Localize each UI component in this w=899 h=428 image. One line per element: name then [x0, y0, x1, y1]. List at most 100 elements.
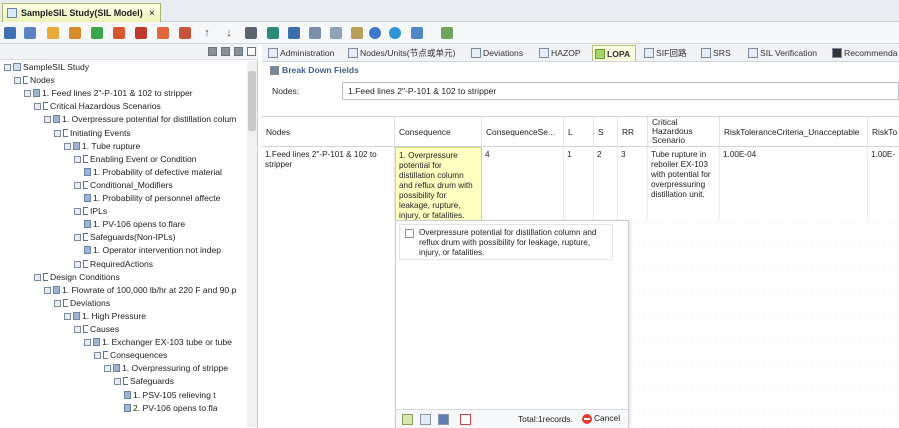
column-header-consequence[interactable]: Consequence	[395, 117, 482, 147]
column-header-risk-tolerance-unacceptable[interactable]: RiskToleranceCriteria_Unacceptable	[720, 117, 868, 147]
expander-icon[interactable]	[44, 116, 51, 124]
expander-icon[interactable]	[74, 326, 81, 333]
expander-icon[interactable]	[74, 208, 81, 216]
collapse-section-icon[interactable]	[270, 66, 279, 75]
settings-icon[interactable]	[411, 27, 423, 39]
edit-icon[interactable]	[69, 27, 81, 39]
tree-node[interactable]: Critical Hazardous Scenarios	[34, 100, 161, 113]
cut-icon[interactable]	[135, 27, 147, 39]
copy-icon[interactable]	[157, 27, 169, 39]
tab-recommendations[interactable]: Recommenda	[830, 45, 898, 61]
expander-icon[interactable]	[24, 90, 31, 98]
expander-icon[interactable]	[104, 365, 111, 373]
up-arrow-icon[interactable]: ↑	[201, 27, 213, 39]
tree-view[interactable]: SampleSIL Study Nodes 1. Feed lines 2"-P-1…	[0, 61, 246, 427]
tree-node[interactable]: 1. Probability of defective material	[84, 166, 222, 179]
close-icon[interactable]: ×	[149, 8, 154, 18]
table-cell[interactable]: 1.00E-04	[720, 147, 868, 221]
expander-icon[interactable]	[14, 77, 21, 85]
tree-node[interactable]: 1. PSV-105 relieving t	[124, 389, 216, 402]
tree-node[interactable]: Consequences	[94, 349, 167, 362]
import-icon[interactable]	[245, 27, 257, 39]
expander-icon[interactable]	[94, 352, 101, 360]
tree-node[interactable]: 1. Flowrate of 100,000 lb/hr at 220 F an…	[44, 284, 236, 297]
tree-node[interactable]: 1. Overpressuring of strippe	[104, 362, 228, 375]
tree-node[interactable]: Design Conditions	[34, 271, 120, 284]
expander-icon[interactable]	[74, 234, 81, 242]
expander-icon[interactable]	[74, 155, 81, 163]
add-icon[interactable]	[91, 27, 103, 39]
expander-icon[interactable]	[44, 286, 51, 294]
tree-node[interactable]: 2. PV-106 opens to fla	[124, 402, 218, 415]
tree-node[interactable]: 1. Overpressure potential for distillati…	[44, 113, 236, 126]
paste-icon[interactable]	[179, 27, 191, 39]
grid-icon[interactable]	[288, 27, 300, 39]
column-header-s[interactable]: S	[594, 117, 618, 147]
save-record-icon[interactable]	[438, 414, 449, 425]
tree-node[interactable]: 1. PV-106 opens to flare	[84, 218, 185, 231]
expander-icon[interactable]	[84, 339, 91, 347]
column-header-nodes[interactable]: Nodes	[262, 117, 395, 147]
tab-lopa[interactable]: LOPA	[592, 45, 636, 61]
column-header-l[interactable]: L	[564, 117, 594, 147]
expander-icon[interactable]	[64, 312, 71, 320]
tab-srs[interactable]: SRS	[699, 45, 731, 61]
select-all-icon[interactable]	[402, 414, 413, 425]
delete-icon[interactable]	[113, 27, 125, 39]
table-cell[interactable]: 1.Feed lines 2"-P-101 & 102 to stripper	[262, 147, 395, 221]
restore-icon[interactable]	[247, 47, 256, 56]
globe-icon[interactable]	[389, 27, 401, 39]
checkbox[interactable]	[405, 229, 414, 238]
tree-node[interactable]: Safeguards	[114, 375, 174, 388]
document-tab[interactable]: SampleSIL Study(SIL Model) ×	[2, 3, 162, 22]
export-icon[interactable]	[267, 27, 279, 39]
tree-node[interactable]: Initiating Events	[54, 127, 131, 140]
tab-sil-verification[interactable]: SIL Verification	[746, 45, 817, 61]
collapse-all-icon[interactable]	[221, 47, 230, 56]
table-cell[interactable]: 1.00E-	[868, 147, 899, 221]
tree-node[interactable]: 1. Tube rupture	[64, 140, 140, 153]
filter-icon[interactable]	[351, 27, 363, 39]
column-header-risk-tolerance[interactable]: RiskTo	[868, 117, 899, 147]
consequence-cell-selected[interactable]: 1. Overpressure potential for distillati…	[395, 147, 482, 221]
open-folder-icon[interactable]	[47, 27, 59, 39]
tree-node[interactable]: 1. Feed lines 2"-P-101 & 102 to stripper	[24, 87, 193, 100]
scrollbar-thumb[interactable]	[248, 71, 256, 131]
tab-hazop[interactable]: HAZOP	[537, 45, 581, 61]
tree-scrollbar[interactable]	[247, 61, 257, 427]
expand-all-icon[interactable]	[208, 47, 217, 56]
tree-icon[interactable]	[330, 27, 342, 39]
expander-icon[interactable]	[74, 181, 81, 189]
minimize-icon[interactable]	[234, 47, 243, 56]
tree-node[interactable]: 1. Operator intervention not indep	[84, 244, 221, 257]
expander-icon[interactable]	[64, 142, 71, 150]
tree-node[interactable]: 1. High Pressure	[64, 310, 146, 323]
expander-icon[interactable]	[34, 103, 41, 111]
tab-nodes-units[interactable]: Nodes/Units(节点或单元)	[346, 45, 456, 61]
expander-icon[interactable]	[54, 299, 61, 307]
table-cell[interactable]: 1	[564, 147, 594, 221]
expander-icon[interactable]	[4, 64, 11, 71]
expander-icon[interactable]	[34, 273, 41, 281]
new-record-icon[interactable]	[420, 414, 431, 425]
down-arrow-icon[interactable]: ↓	[223, 27, 235, 39]
column-header-consequence-severity[interactable]: ConsequenceSe...	[482, 117, 564, 147]
save-as-icon[interactable]	[24, 27, 36, 39]
tree-node[interactable]: Conditional_Modifiers	[74, 179, 173, 192]
table-cell[interactable]: 3	[618, 147, 648, 221]
save-icon[interactable]	[4, 27, 16, 39]
tree-node[interactable]: Deviations	[54, 297, 110, 310]
tab-deviations[interactable]: Deviations	[469, 45, 523, 61]
tree-node[interactable]: 1. Probability of personnel affecte	[84, 192, 220, 205]
breakdown-fields-header[interactable]: Break Down Fields	[268, 64, 359, 77]
tree-node[interactable]: IPLs	[74, 205, 107, 218]
tree-node[interactable]: SampleSIL Study	[4, 61, 89, 74]
tree-node[interactable]: Causes	[74, 323, 119, 336]
table-cell[interactable]: 2	[594, 147, 618, 221]
nodes-field[interactable]: 1.Feed lines 2"-P-101 & 102 to stripper	[342, 82, 899, 100]
column-header-rr[interactable]: RR	[618, 117, 648, 147]
tree-node[interactable]: 1. Exchanger EX-103 tube or tube	[84, 336, 232, 349]
column-header-critical-scenario[interactable]: Critical Hazardous Scenario	[648, 117, 720, 147]
report-icon[interactable]	[441, 27, 453, 39]
cancel-button[interactable]: Cancel	[582, 413, 620, 424]
